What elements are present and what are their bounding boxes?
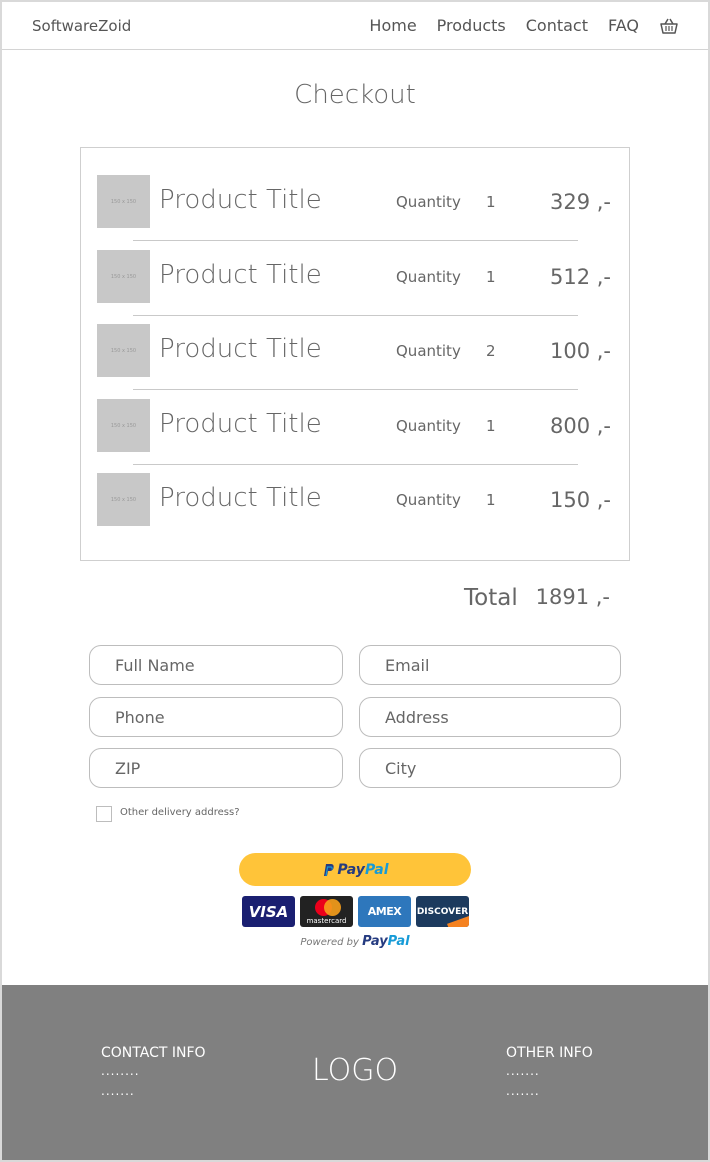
mastercard-label: mastercard <box>306 916 347 925</box>
item-divider <box>133 389 578 390</box>
cart-item: 150 x 150 Product Title Quantity 1 512 ,… <box>81 250 629 304</box>
phone-input[interactable] <box>89 697 343 737</box>
city-input[interactable] <box>359 748 621 788</box>
brand-name[interactable]: SoftwareZoid <box>32 17 131 35</box>
quantity-value[interactable]: 1 <box>486 417 496 435</box>
product-title[interactable]: Product Title <box>159 260 322 290</box>
quantity-label: Quantity <box>396 417 461 435</box>
nav-link-home[interactable]: Home <box>369 16 416 35</box>
product-price: 100 ,- <box>549 339 611 363</box>
discover-logo[interactable]: DISCOVER <box>416 896 469 927</box>
quantity-value[interactable]: 2 <box>486 342 496 360</box>
footer: CONTACT INFO ........ ....... LOGO OTHER… <box>2 985 708 1160</box>
discover-corner-icon <box>447 915 469 927</box>
item-divider <box>133 464 578 465</box>
product-image: 150 x 150 <box>97 473 150 526</box>
image-placeholder-text: 150 x 150 <box>110 273 137 280</box>
item-divider <box>133 240 578 241</box>
email-input[interactable] <box>359 645 621 685</box>
page-title: Checkout <box>294 80 416 110</box>
product-price: 329 ,- <box>549 190 611 214</box>
quantity-value[interactable]: 1 <box>486 491 496 509</box>
cart-list: 150 x 150 Product Title Quantity 1 329 ,… <box>80 147 630 561</box>
visa-logo[interactable]: VISA <box>242 896 295 927</box>
cart-item: 150 x 150 Product Title Quantity 2 100 ,… <box>81 324 629 378</box>
powered-by-paypal: Powered by PayPal <box>0 934 710 949</box>
zip-input[interactable] <box>89 748 343 788</box>
quantity-label: Quantity <box>396 491 461 509</box>
other-delivery-checkbox[interactable] <box>96 806 112 822</box>
other-delivery-label[interactable]: Other delivery address? <box>120 807 240 818</box>
mastercard-logo[interactable]: mastercard <box>300 896 353 927</box>
quantity-label: Quantity <box>396 193 461 211</box>
quantity-label: Quantity <box>396 342 461 360</box>
image-placeholder-text: 150 x 150 <box>110 496 137 503</box>
total-label: Total <box>464 585 518 611</box>
total-value: 1891 ,- <box>535 585 610 609</box>
amex-logo[interactable]: AMEX <box>358 896 411 927</box>
nav-links: Home Products Contact FAQ <box>369 16 678 35</box>
nav-link-products[interactable]: Products <box>437 16 506 35</box>
powered-brand-pal: Pal <box>387 934 410 949</box>
powered-by-text: Powered by <box>300 937 359 948</box>
nav-link-contact[interactable]: Contact <box>526 16 588 35</box>
mastercard-circles-icon <box>312 898 342 916</box>
product-title[interactable]: Product Title <box>159 483 322 513</box>
product-title[interactable]: Product Title <box>159 185 322 215</box>
paypal-logo-icon <box>324 863 335 876</box>
product-price: 150 ,- <box>549 488 611 512</box>
item-divider <box>133 315 578 316</box>
basket-icon[interactable] <box>660 18 678 34</box>
paypal-button-text-pay: Pay <box>337 861 365 878</box>
full-name-input[interactable] <box>89 645 343 685</box>
footer-other-line: ....... <box>506 1064 540 1078</box>
paypal-button-text-pal: Pal <box>364 861 389 878</box>
footer-other-info: OTHER INFO ....... ....... <box>506 1045 593 1101</box>
footer-other-line: ....... <box>506 1084 540 1098</box>
image-placeholder-text: 150 x 150 <box>110 347 137 354</box>
product-image: 150 x 150 <box>97 399 150 452</box>
cart-item: 150 x 150 Product Title Quantity 1 150 ,… <box>81 473 629 527</box>
product-title[interactable]: Product Title <box>159 334 322 364</box>
navbar: SoftwareZoid Home Products Contact FAQ <box>2 2 708 50</box>
quantity-label: Quantity <box>396 268 461 286</box>
address-input[interactable] <box>359 697 621 737</box>
cart-item: 150 x 150 Product Title Quantity 1 800 ,… <box>81 399 629 453</box>
product-title[interactable]: Product Title <box>159 409 322 439</box>
powered-brand-pay: Pay <box>362 934 388 949</box>
product-price: 800 ,- <box>549 414 611 438</box>
product-image: 150 x 150 <box>97 175 150 228</box>
image-placeholder-text: 150 x 150 <box>110 422 137 429</box>
footer-logo[interactable]: LOGO <box>2 1053 708 1088</box>
product-image: 150 x 150 <box>97 250 150 303</box>
quantity-value[interactable]: 1 <box>486 193 496 211</box>
nav-link-faq[interactable]: FAQ <box>608 16 639 35</box>
cart-item: 150 x 150 Product Title Quantity 1 329 ,… <box>81 175 629 229</box>
discover-label: DISCOVER <box>416 906 469 917</box>
footer-other-heading: OTHER INFO <box>506 1045 593 1061</box>
paypal-button[interactable]: PayPal <box>239 853 471 886</box>
product-image: 150 x 150 <box>97 324 150 377</box>
card-logos: VISA mastercard AMEX DISCOVER <box>242 896 469 927</box>
product-price: 512 ,- <box>549 265 611 289</box>
image-placeholder-text: 150 x 150 <box>110 198 137 205</box>
quantity-value[interactable]: 1 <box>486 268 496 286</box>
